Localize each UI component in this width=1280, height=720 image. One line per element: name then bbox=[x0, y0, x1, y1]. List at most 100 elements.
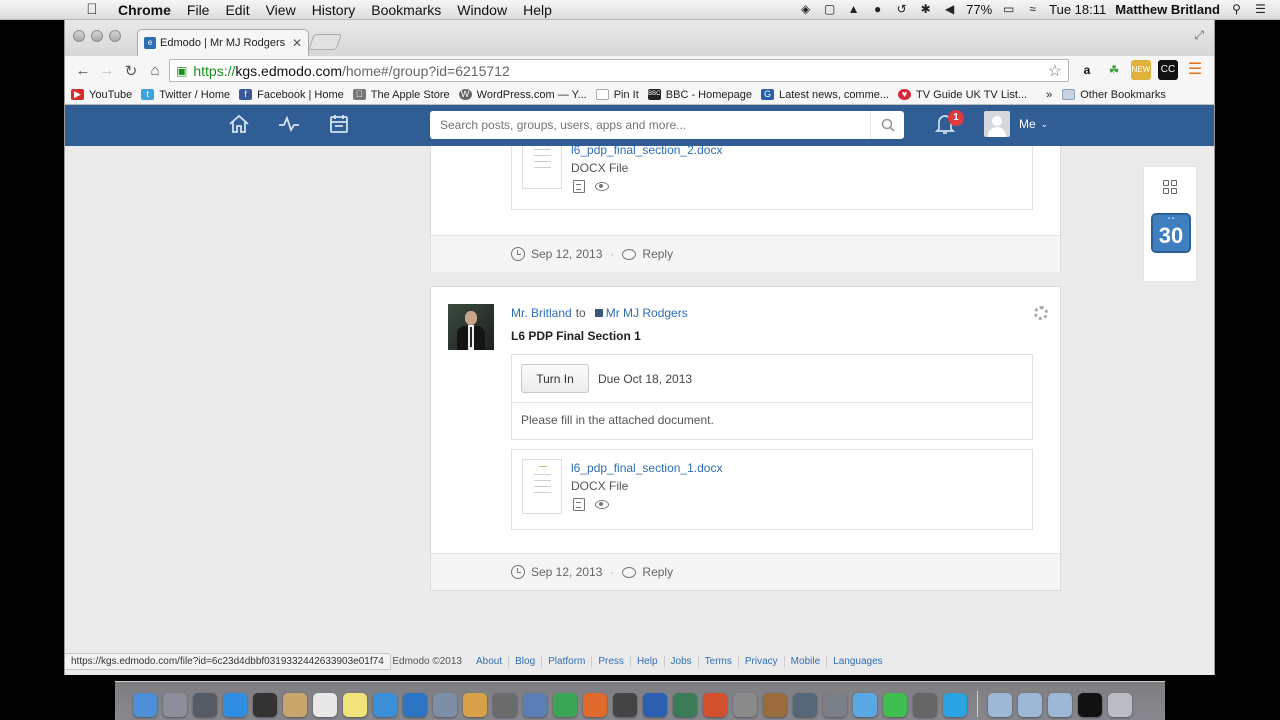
preview-eye-icon[interactable] bbox=[595, 182, 609, 191]
forward-arrow-icon[interactable]: → bbox=[95, 62, 119, 79]
turn-in-button[interactable]: Turn In bbox=[521, 364, 589, 393]
bookmark-star-icon[interactable]: ☆ bbox=[1048, 61, 1062, 81]
bookmark-bbc[interactable]: BBC BBC - Homepage bbox=[646, 89, 759, 101]
reply-link[interactable]: Reply bbox=[642, 247, 673, 261]
tab-edmodo[interactable]: e Edmodo | Mr MJ Rodgers ✕ bbox=[137, 29, 309, 56]
menu-chrome[interactable]: Chrome bbox=[110, 2, 179, 18]
notifications-button[interactable]: 1 bbox=[934, 110, 964, 137]
battery-icon[interactable]: ▭ bbox=[1001, 3, 1016, 16]
screenshot-icon[interactable] bbox=[613, 693, 637, 717]
mission-control-icon[interactable] bbox=[193, 693, 217, 717]
app-store-icon[interactable] bbox=[223, 693, 247, 717]
document-view-icon[interactable] bbox=[573, 180, 585, 193]
menu-clock[interactable]: Tue 18:11 bbox=[1049, 2, 1106, 17]
chrome-icon[interactable] bbox=[553, 693, 577, 717]
footer-link-mobile[interactable]: Mobile bbox=[783, 656, 826, 667]
other-bookmarks[interactable]: Other Bookmarks bbox=[1062, 89, 1166, 101]
back-arrow-icon[interactable]: ← bbox=[71, 62, 95, 79]
time-machine-status-icon[interactable]: ↺ bbox=[894, 3, 909, 16]
footer-link-jobs[interactable]: Jobs bbox=[663, 656, 698, 667]
messages-icon[interactable] bbox=[853, 693, 877, 717]
new-tab-button[interactable] bbox=[308, 34, 342, 50]
search-input[interactable] bbox=[430, 112, 860, 138]
preview-eye-icon[interactable] bbox=[595, 500, 609, 509]
dashboard-icon[interactable] bbox=[253, 693, 277, 717]
menu-view[interactable]: View bbox=[258, 2, 304, 18]
close-tab-icon[interactable]: ✕ bbox=[292, 36, 302, 50]
trash-icon[interactable] bbox=[1108, 693, 1132, 717]
bookmark-apple-store[interactable]:  The Apple Store bbox=[351, 89, 457, 101]
chrome-menu-icon[interactable]: ☰ bbox=[1185, 60, 1205, 80]
reply-icon[interactable] bbox=[622, 248, 637, 260]
fullscreen-icon[interactable]: ⤢ bbox=[1194, 28, 1204, 43]
word-icon[interactable] bbox=[643, 693, 667, 717]
notes-icon[interactable] bbox=[343, 693, 367, 717]
planner-nav-icon[interactable] bbox=[314, 114, 364, 137]
spotify-icon[interactable] bbox=[883, 693, 907, 717]
powerpoint-icon[interactable] bbox=[703, 693, 727, 717]
gear-icon[interactable] bbox=[1034, 306, 1048, 320]
author-link[interactable]: Mr. Britland bbox=[511, 306, 572, 320]
bookmark-pin-it[interactable]: Pin It bbox=[594, 89, 646, 101]
contacts-icon[interactable] bbox=[283, 693, 307, 717]
downloads-folder-icon[interactable] bbox=[1048, 693, 1072, 717]
evernote-icon[interactable]: ● bbox=[870, 3, 885, 16]
notification-center-icon[interactable]: ☰ bbox=[1253, 3, 1268, 16]
terminal-icon[interactable] bbox=[1078, 693, 1102, 717]
keynote-icon[interactable] bbox=[523, 693, 547, 717]
time-machine-icon[interactable] bbox=[673, 693, 697, 717]
firefox-icon[interactable] bbox=[583, 693, 607, 717]
drive-icon[interactable]: ▲ bbox=[846, 3, 861, 16]
footer-link-terms[interactable]: Terms bbox=[697, 656, 738, 667]
calendar-widget-icon[interactable]: ▪ ▪ 30 bbox=[1151, 213, 1191, 253]
home-nav-icon[interactable] bbox=[214, 114, 264, 137]
home-icon[interactable]: ⌂ bbox=[143, 62, 167, 79]
photos-icon[interactable] bbox=[463, 693, 487, 717]
screen-icon[interactable]: ▢ bbox=[822, 3, 837, 16]
bookmark-wordpress[interactable]: W WordPress.com — Y... bbox=[457, 89, 594, 101]
footer-link-languages[interactable]: Languages bbox=[826, 656, 889, 667]
zoom-window-button[interactable] bbox=[109, 30, 121, 42]
brush-icon[interactable] bbox=[793, 693, 817, 717]
spotlight-icon[interactable]: ⚲ bbox=[1229, 3, 1244, 16]
footer-link-about[interactable]: About bbox=[470, 656, 508, 667]
bookmark-tv-guide[interactable]: ♥ TV Guide UK TV List... bbox=[896, 89, 1034, 101]
itunes-icon[interactable] bbox=[373, 693, 397, 717]
preview-icon[interactable] bbox=[433, 693, 457, 717]
finder-icon[interactable] bbox=[133, 693, 157, 717]
menu-bookmarks[interactable]: Bookmarks bbox=[363, 2, 449, 18]
evernote-extension-icon[interactable]: ☘ bbox=[1104, 60, 1124, 80]
new-extension-icon[interactable]: NEW bbox=[1131, 60, 1151, 80]
footer-link-privacy[interactable]: Privacy bbox=[737, 656, 784, 667]
menu-file[interactable]: File bbox=[179, 2, 218, 18]
group-link[interactable]: Mr MJ Rodgers bbox=[606, 306, 688, 320]
document-view-icon[interactable] bbox=[573, 498, 585, 511]
imovie-icon[interactable] bbox=[493, 693, 517, 717]
utility-icon[interactable] bbox=[733, 693, 757, 717]
apps-grid-icon[interactable] bbox=[1163, 180, 1177, 194]
close-window-button[interactable] bbox=[73, 30, 85, 42]
apple-menu-icon[interactable]:  bbox=[80, 1, 104, 18]
docx-thumbnail-icon[interactable] bbox=[522, 459, 562, 514]
footer-link-press[interactable]: Press bbox=[591, 656, 630, 667]
applications-folder-icon[interactable] bbox=[988, 693, 1012, 717]
bookmark-facebook[interactable]: f Facebook | Home bbox=[237, 89, 351, 101]
menu-history[interactable]: History bbox=[304, 2, 364, 18]
safari-icon[interactable] bbox=[403, 693, 427, 717]
presenter-icon[interactable] bbox=[763, 693, 787, 717]
address-bar[interactable]: ▣ https:// kgs.edmodo.com /home#/group?i… bbox=[169, 59, 1069, 82]
footer-link-help[interactable]: Help bbox=[629, 656, 664, 667]
footer-link-blog[interactable]: Blog bbox=[508, 656, 541, 667]
footer-link-platform[interactable]: Platform bbox=[541, 656, 591, 667]
file-link-section-2[interactable]: l6_pdp_final_section_2.docx bbox=[571, 146, 722, 157]
file-link-section-1[interactable]: l6_pdp_final_section_1.docx bbox=[571, 461, 722, 475]
search-icon[interactable] bbox=[870, 111, 904, 139]
menu-edit[interactable]: Edit bbox=[217, 2, 257, 18]
apps-icon[interactable] bbox=[913, 693, 937, 717]
amazon-extension-icon[interactable]: a bbox=[1077, 60, 1097, 80]
minimize-window-button[interactable] bbox=[91, 30, 103, 42]
author-avatar[interactable] bbox=[448, 304, 494, 350]
documents-folder-icon[interactable] bbox=[1018, 693, 1042, 717]
activity-nav-icon[interactable] bbox=[264, 115, 314, 135]
bookmark-twitter[interactable]: t Twitter / Home bbox=[139, 89, 237, 101]
